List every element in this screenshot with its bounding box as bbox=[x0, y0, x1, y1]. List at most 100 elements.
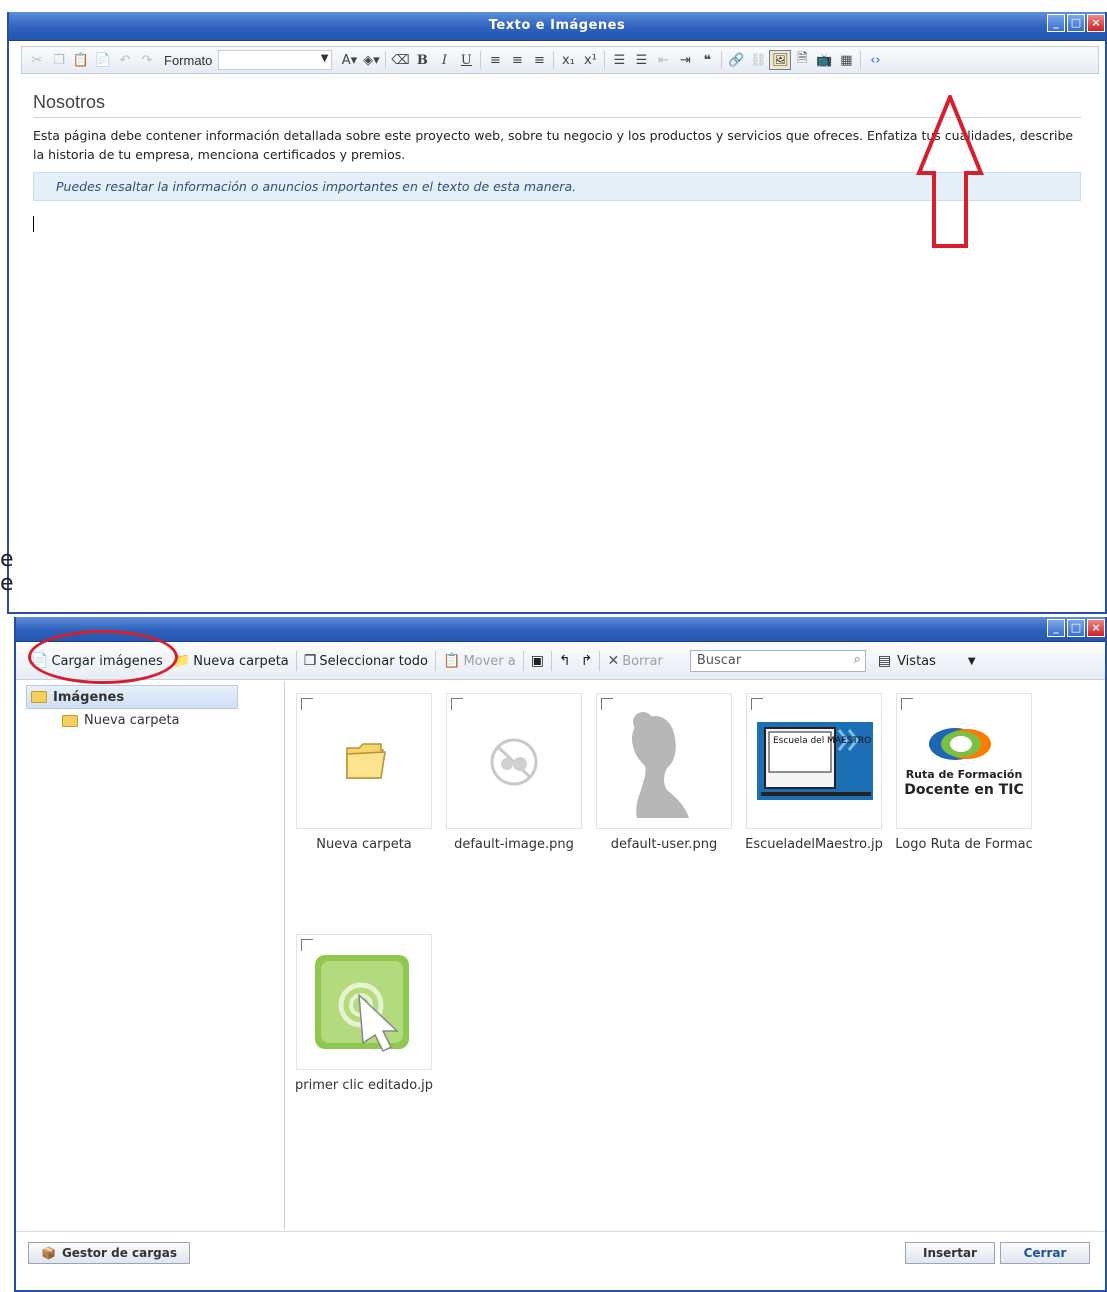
box-icon: 📦 bbox=[40, 1246, 56, 1260]
checkbox[interactable] bbox=[601, 698, 613, 710]
font-color-icon[interactable]: ◈▾ bbox=[360, 50, 382, 70]
user-silhouette-icon bbox=[631, 712, 689, 818]
unlink-icon[interactable]: ⛓ bbox=[747, 50, 769, 70]
search-input[interactable]: Buscar ⌕ bbox=[689, 650, 866, 672]
italic-button[interactable]: I bbox=[433, 50, 455, 70]
insert-table-icon[interactable]: ▦ bbox=[835, 50, 857, 70]
close-icon[interactable]: × bbox=[1087, 619, 1105, 637]
folder-icon bbox=[62, 714, 78, 727]
ruta-logo-line1: Ruta de Formación bbox=[905, 768, 1023, 781]
escuela-logo bbox=[757, 722, 873, 800]
views-label: Vistas bbox=[897, 653, 936, 669]
checkbox[interactable] bbox=[301, 698, 313, 710]
fragment-text: e bbox=[0, 547, 14, 572]
format-label: Formato bbox=[164, 52, 213, 68]
align-center-icon[interactable]: ≡ bbox=[506, 50, 528, 70]
editor-titlebar[interactable]: Texto e Imágenes _ □ × bbox=[9, 12, 1105, 41]
rotate-right-button[interactable]: ↱ bbox=[576, 649, 598, 673]
tree-item-imagenes[interactable]: Imágenes bbox=[26, 685, 238, 709]
minimize-icon[interactable]: _ bbox=[1047, 14, 1065, 32]
crop-button[interactable]: ▣ bbox=[526, 649, 549, 673]
file-tile[interactable] bbox=[296, 693, 432, 829]
fragment-text: e bbox=[0, 571, 14, 596]
checkbox[interactable] bbox=[451, 698, 463, 710]
search-icon: ⌕ bbox=[853, 652, 861, 667]
checkbox[interactable] bbox=[751, 698, 763, 710]
paste-icon[interactable]: 📋 bbox=[70, 50, 92, 70]
format-select[interactable]: ▼ bbox=[218, 50, 333, 70]
toolbar-separator bbox=[604, 51, 606, 69]
file-name: Nueva carpeta bbox=[316, 837, 412, 852]
tree-item-nueva-carpeta[interactable]: Nueva carpeta bbox=[62, 713, 284, 728]
source-code-icon[interactable]: ‹› bbox=[864, 50, 886, 70]
select-all-button[interactable]: ❐ Seleccionar todo bbox=[299, 649, 433, 673]
text-editor-window: Texto e Imágenes _ □ × ✂ ❐ 📋 📄 ↶ ↷ Forma… bbox=[7, 12, 1107, 614]
undo-icon[interactable]: ↶ bbox=[114, 50, 136, 70]
rotate-left-icon: ↰ bbox=[558, 653, 571, 669]
indent-icon[interactable]: ⇥ bbox=[674, 50, 696, 70]
numbered-list-icon[interactable]: ☰ bbox=[608, 50, 630, 70]
move-to-button[interactable]: 📋 Mover a bbox=[438, 649, 521, 673]
editor-window-controls: _ □ × bbox=[1047, 14, 1105, 32]
search-placeholder: Buscar bbox=[696, 653, 742, 668]
folder-tree: Imágenes Nueva carpeta bbox=[16, 681, 285, 1230]
insert-button[interactable]: Insertar bbox=[905, 1242, 995, 1264]
eraser-icon[interactable]: ⌫ bbox=[389, 50, 411, 70]
subscript-icon[interactable]: x₁ bbox=[557, 50, 579, 70]
upload-manager-button[interactable]: 📦 Gestor de cargas bbox=[28, 1242, 190, 1264]
no-image-icon bbox=[490, 738, 538, 786]
outdent-icon[interactable]: ⇤ bbox=[652, 50, 674, 70]
copy-icon[interactable]: ❐ bbox=[48, 50, 70, 70]
file-tile[interactable]: Ruta de Formación Docente en TIC bbox=[896, 693, 1032, 829]
blockquote-icon[interactable]: ❝ bbox=[696, 50, 718, 70]
file-tile[interactable] bbox=[596, 693, 732, 829]
insert-media-icon[interactable]: 📺 bbox=[813, 50, 835, 70]
checkbox[interactable] bbox=[301, 939, 313, 951]
escuela-logo-text: Escuela del MAESTRO bbox=[773, 736, 872, 746]
toolbar-separator bbox=[860, 51, 862, 69]
font-size-icon[interactable]: A▾ bbox=[338, 50, 360, 70]
toolbar-separator bbox=[522, 651, 524, 671]
tree-child-label: Nueva carpeta bbox=[84, 713, 180, 728]
maximize-icon[interactable]: □ bbox=[1067, 14, 1085, 32]
delete-button[interactable]: ✕ Borrar bbox=[602, 649, 667, 673]
toolbar-separator bbox=[553, 51, 555, 69]
delete-x-icon: ✕ bbox=[607, 653, 620, 669]
file-tile[interactable]: Escuela del MAESTRO bbox=[746, 693, 882, 829]
toolbar-separator bbox=[295, 651, 297, 671]
close-icon[interactable]: × bbox=[1087, 14, 1105, 32]
bold-button[interactable]: B bbox=[411, 50, 433, 70]
bullet-list-icon[interactable]: ☰ bbox=[630, 50, 652, 70]
views-dropdown[interactable]: ▤ Vistas ▼ bbox=[878, 653, 976, 669]
toolbar-separator bbox=[435, 651, 436, 671]
insert-image-icon[interactable]: 🖼 bbox=[769, 50, 792, 70]
rotate-left-button[interactable]: ↰ bbox=[554, 649, 576, 673]
file-manager-footer: 📦 Gestor de cargas Insertar Cerrar bbox=[16, 1231, 1105, 1290]
ruta-logo bbox=[929, 728, 991, 760]
folder-icon bbox=[346, 743, 386, 779]
new-folder-button[interactable]: 📁 Nueva carpeta bbox=[168, 649, 294, 673]
paste-text-icon[interactable]: 📄 bbox=[92, 50, 114, 70]
insert-file-icon[interactable]: 🗎 bbox=[791, 50, 813, 70]
superscript-icon[interactable]: x¹ bbox=[579, 50, 601, 70]
file-manager-window-controls: _ □ × bbox=[1047, 619, 1105, 637]
views-icon: ▤ bbox=[877, 653, 892, 669]
close-button[interactable]: Cerrar bbox=[1000, 1242, 1090, 1264]
align-right-icon[interactable]: ≡ bbox=[528, 50, 550, 70]
underline-button[interactable]: U bbox=[455, 50, 477, 70]
redo-icon[interactable]: ↷ bbox=[136, 50, 158, 70]
align-left-icon[interactable]: ≡ bbox=[484, 50, 506, 70]
checkbox[interactable] bbox=[901, 698, 913, 710]
file-tile[interactable] bbox=[446, 693, 582, 829]
move-icon: 📋 bbox=[443, 653, 461, 669]
file-tile[interactable] bbox=[296, 934, 432, 1070]
toolbar-separator bbox=[385, 51, 387, 69]
file-name: default-image.png bbox=[454, 837, 574, 852]
maximize-icon[interactable]: □ bbox=[1067, 619, 1085, 637]
file-manager-titlebar[interactable]: _ □ × bbox=[16, 617, 1105, 642]
new-folder-label: Nueva carpeta bbox=[193, 653, 289, 669]
cut-icon[interactable]: ✂ bbox=[26, 50, 48, 70]
minimize-icon[interactable]: _ bbox=[1047, 619, 1065, 637]
chevron-down-icon: ▼ bbox=[320, 53, 329, 64]
link-icon[interactable]: 🔗 bbox=[725, 50, 747, 70]
